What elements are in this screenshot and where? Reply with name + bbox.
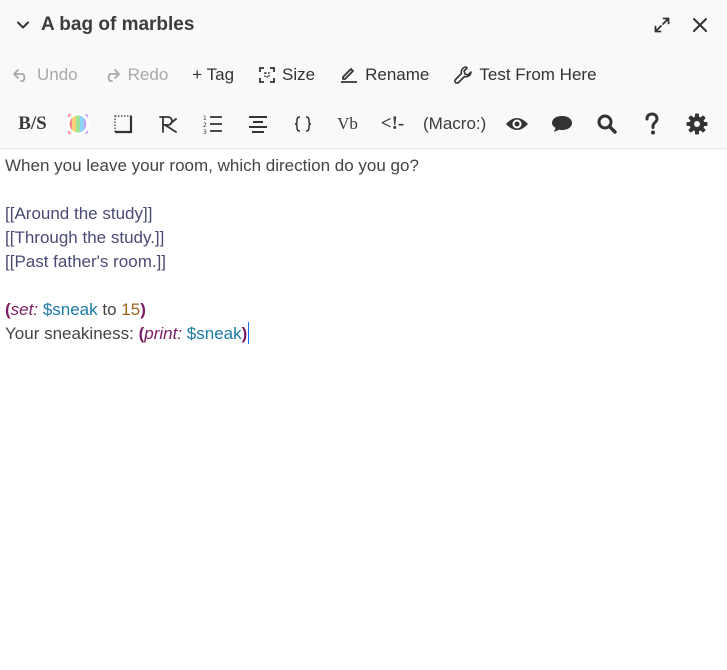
list-button[interactable]: 123 (190, 104, 235, 144)
macro-paren: ) (241, 324, 248, 343)
undo-button[interactable]: Undo (11, 65, 78, 85)
search-icon (597, 114, 617, 134)
format-toolbar: B/S 123 Vb <!- (Macro:) (0, 100, 727, 148)
rename-button[interactable]: Rename (339, 65, 429, 85)
verbatim-button[interactable]: Vb (325, 104, 370, 144)
number: 15 (121, 300, 141, 319)
rename-label: Rename (365, 65, 430, 84)
comment-markup-button[interactable]: <!- (370, 104, 415, 144)
braces-icon (294, 116, 311, 132)
border-button[interactable] (100, 104, 145, 144)
title-bar: A bag of marbles (0, 0, 727, 50)
variable: $sneak (186, 324, 242, 343)
passage-link: [[Around the study]] (5, 204, 153, 223)
help-button[interactable] (629, 104, 674, 144)
size-button[interactable]: Size (258, 65, 315, 85)
passage-link: [[Past father's room.]] (5, 252, 167, 271)
wrench-icon (454, 66, 473, 84)
chevron-down-icon (17, 21, 29, 29)
maximize-icon (654, 17, 670, 33)
eye-icon (505, 118, 528, 130)
macro-name: set: (10, 300, 39, 319)
redo-icon (107, 69, 120, 82)
svg-text:3: 3 (203, 129, 207, 134)
center-icon (248, 116, 267, 133)
undo-icon (13, 69, 26, 82)
tag-label: + Tag (192, 65, 235, 84)
macro-name: print: (144, 324, 183, 343)
settings-button[interactable] (674, 104, 719, 144)
maximize-button[interactable] (647, 10, 677, 40)
size-icon (259, 67, 275, 83)
redo-label: Redo (127, 65, 169, 84)
close-button[interactable] (685, 10, 715, 40)
rename-icon (341, 68, 358, 83)
svg-text:2: 2 (203, 122, 207, 129)
passage-link: [[Through the study.]] (5, 228, 165, 247)
keyword: to (102, 300, 117, 319)
align-button[interactable] (145, 104, 190, 144)
set-macro-line: (set: $sneak to 15) (5, 298, 722, 322)
test-from-here-button[interactable]: Test From Here (453, 65, 597, 85)
size-label: Size (282, 65, 316, 84)
passage-line: When you leave your room, which directio… (5, 156, 419, 175)
collapse-button[interactable] (14, 16, 32, 34)
close-icon (693, 18, 707, 32)
action-toolbar: Undo Redo + Tag Size Rename Test From He… (0, 50, 727, 100)
help-icon (645, 112, 659, 135)
passage-editor-dialog: A bag of marbles Undo Redo + Tag Size Re… (0, 0, 727, 670)
test-from-here-label: Test From Here (479, 65, 597, 84)
passage-text-editor[interactable]: When you leave your room, which directio… (0, 149, 727, 351)
passage-title: A bag of marbles (41, 14, 195, 35)
center-align-button[interactable] (235, 104, 280, 144)
print-macro-line: Your sneakiness: (print: $sneak) (5, 322, 722, 346)
border-icon (113, 115, 132, 134)
bold-strike-button[interactable]: B/S (10, 104, 55, 144)
tag-button[interactable]: + Tag (192, 65, 234, 85)
macro-paren: ) (140, 300, 146, 319)
undo-label: Undo (37, 65, 78, 84)
find-button[interactable] (584, 104, 629, 144)
redo-button[interactable]: Redo (102, 65, 169, 85)
preview-button[interactable] (494, 104, 539, 144)
list-icon: 123 (203, 115, 222, 134)
dialog-header: A bag of marbles Undo Redo + Tag Size Re… (0, 0, 727, 149)
align-right-icon (158, 116, 177, 133)
hook-button[interactable] (280, 104, 325, 144)
text-cursor (248, 322, 250, 344)
comment-icon (551, 116, 572, 132)
svg-text:1: 1 (203, 115, 207, 122)
color-button[interactable] (55, 104, 100, 144)
color-icon (66, 113, 89, 135)
gear-icon (686, 113, 708, 135)
comment-button[interactable] (539, 104, 584, 144)
macro-button[interactable]: (Macro:) (415, 104, 494, 144)
print-prefix: Your sneakiness: (5, 324, 139, 343)
variable: $sneak (42, 300, 98, 319)
